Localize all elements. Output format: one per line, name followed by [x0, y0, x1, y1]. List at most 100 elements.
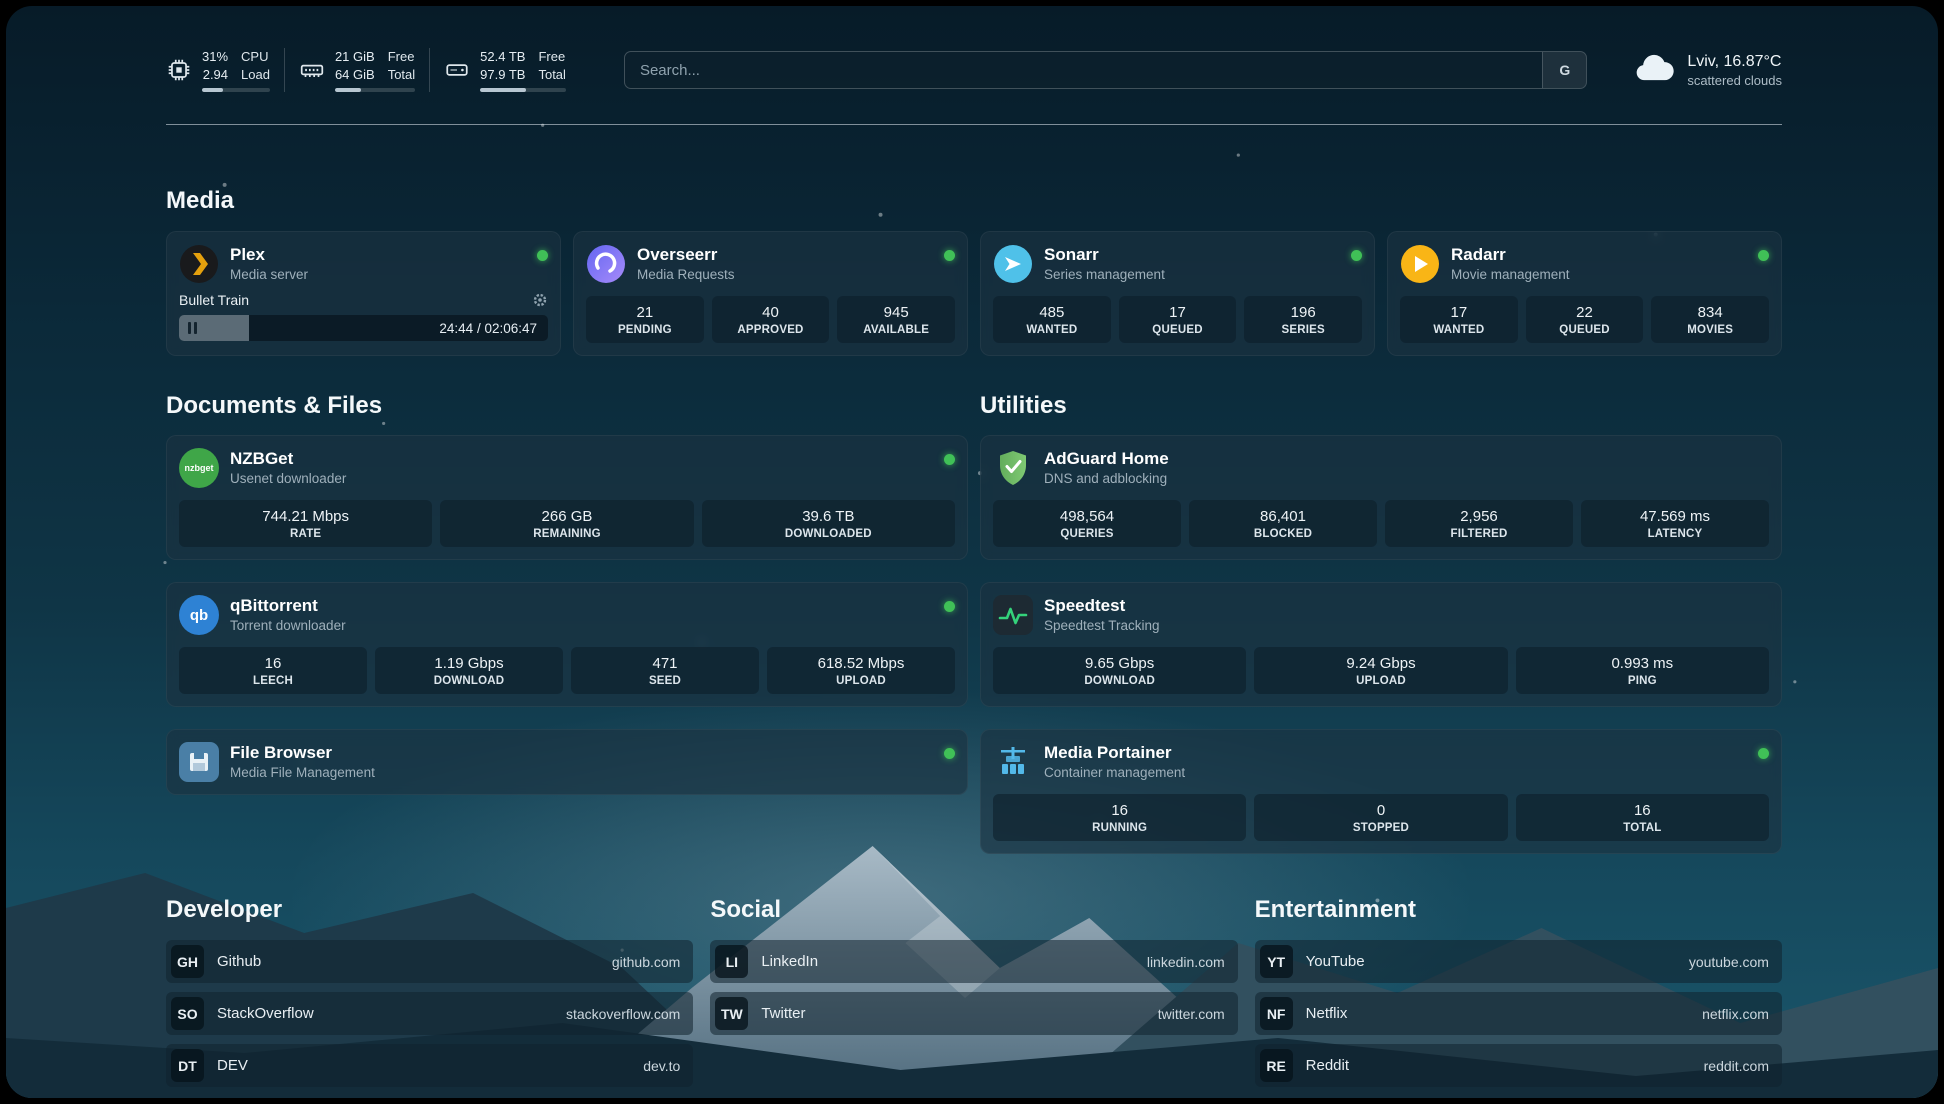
filebrowser-icon[interactable]: [179, 742, 219, 782]
stat-download: 9.65 Gbps DOWNLOAD: [993, 647, 1246, 694]
filebrowser-subtitle: Media File Management: [230, 765, 375, 782]
memory-readout: 21 GiB 64 GiB Free Total: [335, 48, 415, 91]
stat-total: 16 TOTAL: [1516, 794, 1769, 841]
qbittorrent-icon[interactable]: qb: [179, 595, 219, 635]
app-card-qbittorrent: qb qBittorrent Torrent downloader 16: [166, 582, 968, 707]
bookmarks-developer: Developer GH Github github.com SO StackO…: [166, 896, 693, 1087]
radarr-icon[interactable]: [1400, 244, 1440, 284]
weather-location: Lviv, 16.87°C: [1687, 53, 1782, 71]
storage-progress-track: [480, 88, 566, 92]
linkedin-badge: LI: [715, 945, 748, 978]
plex-time: 24:44 / 02:06:47: [439, 321, 537, 336]
cloud-icon: [1633, 53, 1675, 88]
stat-download: 1.19 Gbps DOWNLOAD: [375, 647, 563, 694]
section-title-entertainment: Entertainment: [1255, 896, 1782, 924]
stat-queued: 17 QUEUED: [1119, 296, 1237, 343]
adguard-subtitle: DNS and adblocking: [1044, 471, 1169, 488]
app-card-plex: Plex Media server Bullet Train: [166, 231, 561, 356]
bookmark-youtube[interactable]: YT YouTube youtube.com: [1255, 940, 1782, 983]
bookmarks-entertainment: Entertainment YT YouTube youtube.com NF …: [1255, 896, 1782, 1087]
portainer-icon[interactable]: [993, 742, 1033, 782]
storage-total-value: 97.9 TB: [480, 66, 525, 84]
netflix-badge: NF: [1260, 997, 1293, 1030]
speedtest-icon[interactable]: [993, 595, 1033, 635]
bookmark-twitter[interactable]: TW Twitter twitter.com: [710, 992, 1237, 1035]
adguard-icon[interactable]: [993, 448, 1033, 488]
portainer-subtitle: Container management: [1044, 765, 1185, 782]
radarr-status-dot: [1758, 250, 1769, 261]
memory-total-value: 64 GiB: [335, 66, 375, 84]
search-engine-button[interactable]: G: [1542, 52, 1586, 88]
weather-widget: Lviv, 16.87°C scattered clouds: [1633, 53, 1782, 88]
documents-column: Documents & Files nzbget NZBGet Usenet d…: [166, 392, 968, 795]
storage-readout: 52.4 TB 97.9 TB Free Total: [480, 48, 566, 91]
overseerr-subtitle: Media Requests: [637, 267, 735, 284]
stat-running: 16 RUNNING: [993, 794, 1246, 841]
search-input[interactable]: [625, 52, 1542, 88]
filebrowser-status-dot: [944, 748, 955, 759]
speedtest-name: Speedtest: [1044, 595, 1160, 616]
dashboard-screen: 31% 2.94 CPU Load: [6, 6, 1938, 1098]
utilities-column: Utilities: [980, 392, 1782, 854]
app-card-nzbget: nzbget NZBGet Usenet downloader 744.21 M…: [166, 435, 968, 560]
storage-metric: 52.4 TB 97.9 TB Free Total: [429, 48, 580, 91]
stat-pending: 21 PENDING: [586, 296, 704, 343]
memory-metric: 21 GiB 64 GiB Free Total: [284, 48, 429, 91]
cpu-percent: 31%: [202, 48, 228, 66]
topbar: 31% 2.94 CPU Load: [166, 44, 1782, 96]
app-card-radarr: Radarr Movie management 17 WANTED 22 QUE…: [1387, 231, 1782, 356]
stat-latency: 47.569 ms LATENCY: [1581, 500, 1769, 547]
system-metrics: 31% 2.94 CPU Load: [166, 48, 580, 91]
sonarr-icon[interactable]: [993, 244, 1033, 284]
plex-subtitle: Media server: [230, 267, 308, 284]
plex-status-dot: [537, 250, 548, 261]
stat-upload: 618.52 Mbps UPLOAD: [767, 647, 955, 694]
nzbget-subtitle: Usenet downloader: [230, 471, 346, 488]
speedtest-subtitle: Speedtest Tracking: [1044, 618, 1160, 635]
storage-total-label: Total: [538, 66, 565, 84]
sonarr-name: Sonarr: [1044, 244, 1165, 265]
stat-remaining: 266 GB REMAINING: [440, 500, 693, 547]
qbittorrent-status-dot: [944, 601, 955, 612]
pause-icon[interactable]: [188, 322, 197, 334]
overseerr-icon[interactable]: [586, 244, 626, 284]
nzbget-status-dot: [944, 454, 955, 465]
plex-now-playing: Bullet Train: [179, 292, 249, 308]
dashboard-content: 31% 2.94 CPU Load: [6, 44, 1938, 1098]
stat-series: 196 SERIES: [1244, 296, 1362, 343]
search-bar: G: [624, 51, 1587, 89]
filebrowser-name: File Browser: [230, 742, 375, 763]
app-card-sonarr: Sonarr Series management 485 WANTED 17 Q…: [980, 231, 1375, 356]
memory-free-label: Free: [388, 48, 415, 66]
bookmark-linkedin[interactable]: LI LinkedIn linkedin.com: [710, 940, 1237, 983]
stat-downloaded: 39.6 TB DOWNLOADED: [702, 500, 955, 547]
plex-icon[interactable]: [179, 244, 219, 284]
topbar-divider: [166, 124, 1782, 125]
memory-icon: [299, 57, 325, 83]
bookmark-netflix[interactable]: NF Netflix netflix.com: [1255, 992, 1782, 1035]
section-title-social: Social: [710, 896, 1237, 924]
radarr-subtitle: Movie management: [1451, 267, 1570, 284]
github-badge: GH: [171, 945, 204, 978]
cpu-progress-track: [202, 88, 270, 92]
bookmark-reddit[interactable]: RE Reddit reddit.com: [1255, 1044, 1782, 1087]
stat-queries: 498,564 QUERIES: [993, 500, 1181, 547]
stat-approved: 40 APPROVED: [712, 296, 830, 343]
bookmark-dev[interactable]: DT DEV dev.to: [166, 1044, 693, 1087]
plex-settings-gear-icon[interactable]: [532, 292, 548, 308]
memory-progress-track: [335, 88, 415, 92]
overseerr-name: Overseerr: [637, 244, 735, 265]
bookmark-github[interactable]: GH Github github.com: [166, 940, 693, 983]
cpu-readout: 31% 2.94 CPU Load: [202, 48, 270, 91]
stat-blocked: 86,401 BLOCKED: [1189, 500, 1377, 547]
stat-rate: 744.21 Mbps RATE: [179, 500, 432, 547]
bookmark-stackoverflow[interactable]: SO StackOverflow stackoverflow.com: [166, 992, 693, 1035]
stat-available: 945 AVAILABLE: [837, 296, 955, 343]
cpu-metric: 31% 2.94 CPU Load: [166, 48, 284, 91]
stat-wanted: 17 WANTED: [1400, 296, 1518, 343]
section-title-utilities: Utilities: [980, 392, 1782, 420]
memory-total-label: Total: [388, 66, 415, 84]
nzbget-icon[interactable]: nzbget: [179, 448, 219, 488]
plex-progress-bar[interactable]: 24:44 / 02:06:47: [179, 315, 548, 341]
portainer-status-dot: [1758, 748, 1769, 759]
